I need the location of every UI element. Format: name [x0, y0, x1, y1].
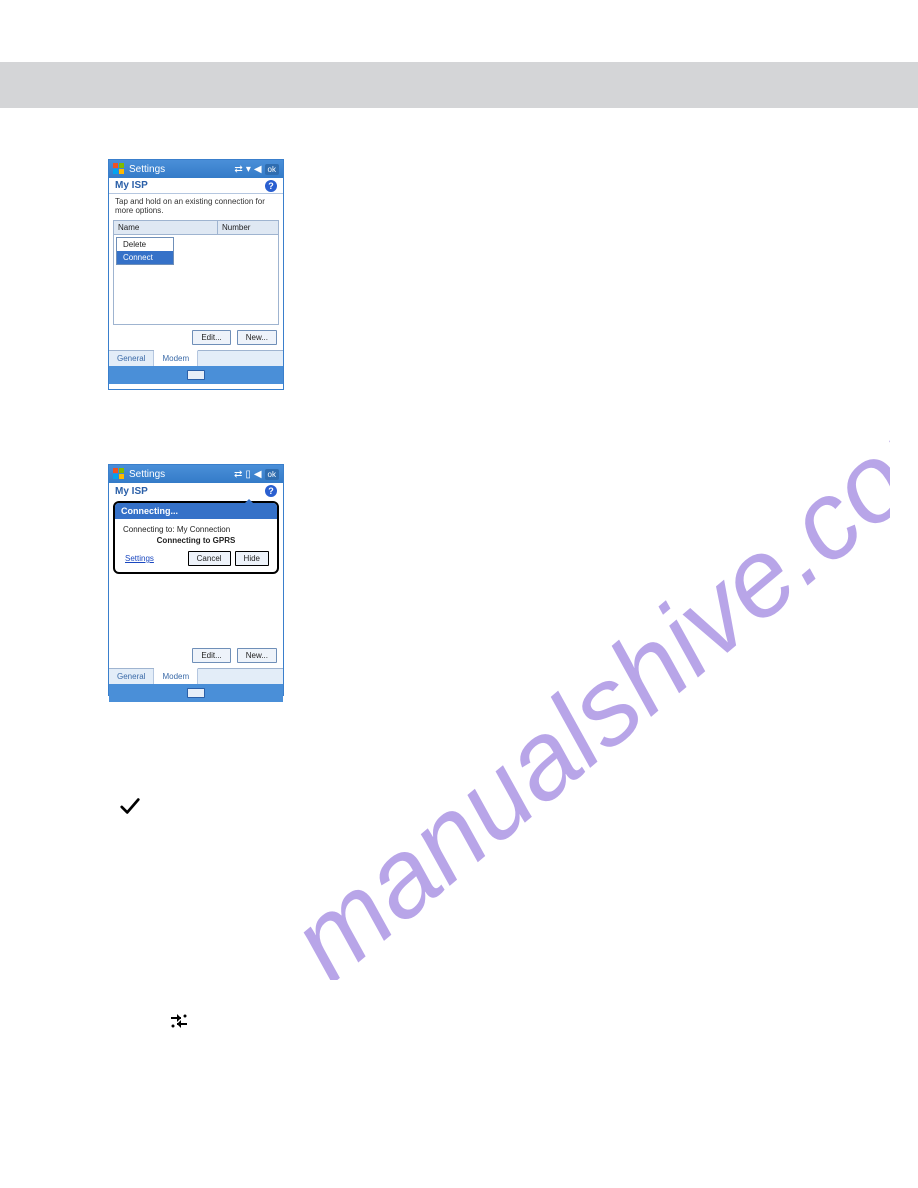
screenshot-connecting: Settings ⇄ ▯ ◀ ok My ISP ? Connecting...… — [108, 464, 284, 696]
new-button[interactable]: New... — [237, 648, 277, 663]
new-button[interactable]: New... — [237, 330, 277, 345]
data-arrows-icon — [167, 1010, 191, 1035]
sip-bar — [109, 684, 283, 702]
tab-bar: General Modem — [109, 668, 283, 684]
connecting-popup: Connecting... Connecting to: My Connecti… — [113, 501, 279, 574]
tab-general[interactable]: General — [109, 669, 154, 684]
keyboard-icon[interactable] — [187, 370, 205, 380]
signal-icon: ▾ — [246, 164, 251, 175]
titlebar-right: ⇄ ▾ ◀ ok — [234, 164, 279, 175]
windows-icon — [113, 468, 125, 480]
checkmark-icon — [119, 795, 141, 817]
menu-item-delete[interactable]: Delete — [117, 238, 173, 251]
button-row: Edit... New... — [109, 325, 283, 350]
tab-modem[interactable]: Modem — [154, 350, 198, 366]
ok-button[interactable]: ok — [265, 164, 279, 175]
hide-button[interactable]: Hide — [235, 551, 269, 566]
col-name: Name — [114, 221, 218, 234]
help-icon[interactable]: ? — [265, 485, 277, 497]
titlebar: Settings ⇄ ▾ ◀ ok — [109, 160, 283, 178]
windows-icon — [113, 163, 125, 175]
settings-link[interactable]: Settings — [123, 554, 154, 563]
cancel-button[interactable]: Cancel — [188, 551, 231, 566]
volume-icon: ◀ — [254, 469, 262, 480]
edit-button[interactable]: Edit... — [192, 648, 230, 663]
help-icon[interactable]: ? — [265, 180, 277, 192]
table-header: Name Number — [113, 220, 279, 235]
page-title-row: My ISP ? — [109, 483, 283, 499]
connecting-gprs-label: Connecting to GPRS — [123, 534, 269, 547]
ok-button[interactable]: ok — [265, 469, 279, 480]
page-title-row: My ISP ? — [109, 178, 283, 194]
connectivity-status-icon: ⇄ — [234, 469, 242, 480]
keyboard-icon[interactable] — [187, 688, 205, 698]
page-title: My ISP — [115, 180, 148, 191]
sip-bar — [109, 366, 283, 384]
connections-list[interactable]: MEDION Data Delete Connect — [113, 235, 279, 325]
instruction-text: Tap and hold on an existing connection f… — [109, 194, 283, 218]
volume-icon: ◀ — [254, 164, 262, 175]
menu-item-connect[interactable]: Connect — [117, 251, 173, 264]
popup-title: Connecting... — [115, 503, 277, 519]
context-menu: Delete Connect — [116, 237, 174, 265]
edit-button[interactable]: Edit... — [192, 330, 230, 345]
screenshot-isp-menu: Settings ⇄ ▾ ◀ ok My ISP ? Tap and hold … — [108, 159, 284, 390]
titlebar-text: Settings — [129, 469, 165, 480]
titlebar-text: Settings — [129, 164, 165, 175]
svg-text:manualshive.com: manualshive.com — [268, 359, 890, 980]
titlebar-right: ⇄ ▯ ◀ ok — [234, 469, 279, 480]
titlebar: Settings ⇄ ▯ ◀ ok — [109, 465, 283, 483]
connecting-to-label: Connecting to: My Connection — [123, 525, 269, 534]
tab-general[interactable]: General — [109, 351, 154, 366]
header-gray-band — [0, 62, 918, 108]
signal-icon: ▯ — [245, 469, 251, 480]
page-title: My ISP — [115, 486, 148, 497]
connectivity-status-icon: ⇄ — [234, 164, 242, 175]
tab-modem[interactable]: Modem — [154, 668, 198, 684]
col-number: Number — [218, 221, 278, 234]
button-row: Edit... New... — [109, 643, 283, 668]
tab-bar: General Modem — [109, 350, 283, 366]
